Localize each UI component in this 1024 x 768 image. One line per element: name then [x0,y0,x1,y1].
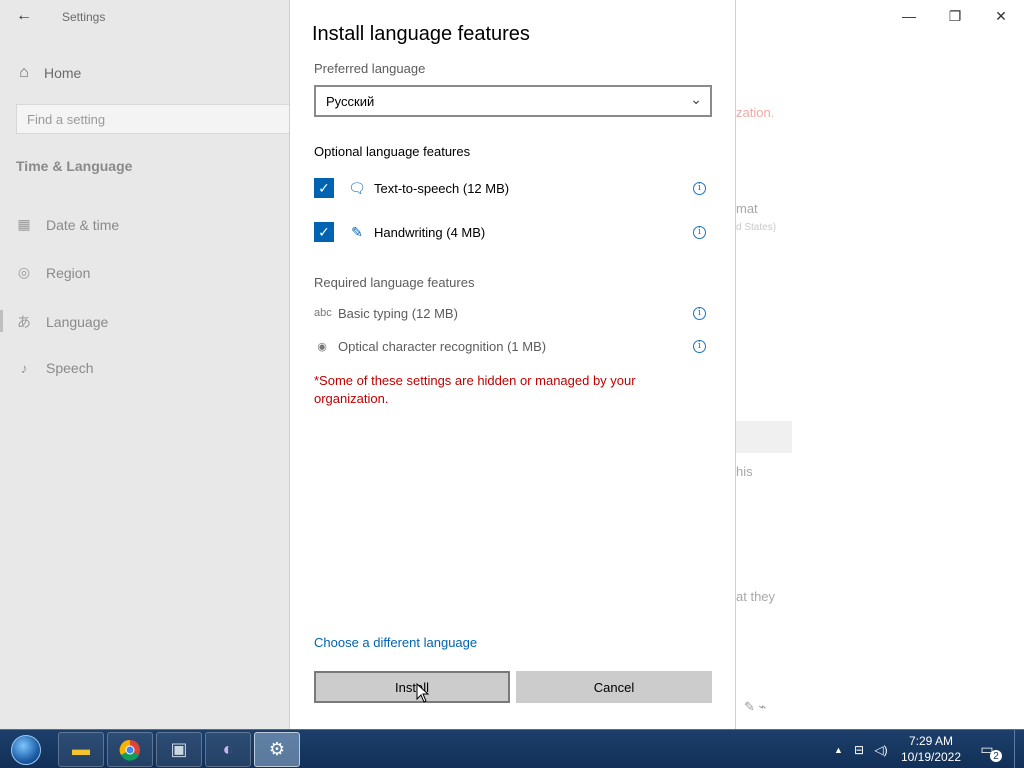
feature-basic-typing: abc Basic typing (12 MB) i [314,303,706,323]
chrome-icon [119,739,140,761]
network-icon[interactable]: ⊟ [848,743,870,757]
info-icon[interactable]: i [693,181,706,195]
feature-ocr: ◉ Optical character recognition (1 MB) i [314,336,706,356]
sidebar-item-language[interactable]: あ Language [16,312,108,332]
media-player-icon: ◐ [222,739,234,759]
chevron-down-icon: ⌄ [690,91,702,107]
preferred-language-select[interactable]: Русский ⌄ [314,85,712,117]
windows-logo-icon [11,735,41,765]
sidebar-item-label: Region [46,264,91,281]
feature-label: Basic typing (12 MB) [338,305,458,321]
selected-indicator [0,310,3,332]
restore-button[interactable]: ❐ [942,8,968,26]
optional-features-label: Optional language features [314,144,471,159]
info-icon[interactable]: i [693,225,706,239]
info-icon[interactable]: i [693,306,706,320]
search-placeholder: Find a setting [27,111,106,127]
globe-icon: ◎ [17,264,31,280]
section-title: Time & Language [16,158,133,174]
gear-icon: ⚙ [268,739,286,759]
nav-home[interactable]: ⌂ Home [16,64,81,82]
bg-managed-text: zation. [736,105,775,120]
taskbar-chrome[interactable] [107,732,153,767]
bg-region-text: d States) [736,222,777,233]
taskbar-system-tool[interactable]: ▣ [156,732,202,767]
action-center-button[interactable]: ▭ 2 [976,738,1002,762]
language-icon: あ [17,314,31,330]
managed-settings-note: *Some of these settings are hidden or ma… [314,373,636,406]
speech-icon: 🗨 [348,179,366,196]
notification-count: 2 [990,750,1002,762]
taskbar: ▬ ▣ ◐ ⚙ ▲ ⊟ ◁) 7:29 AM 10/19/2022 ▭ 2 [0,729,1024,768]
calendar-clock-icon: ▦ [17,216,31,232]
feature-label: Handwriting (4 MB) [374,224,486,240]
taskbar-file-explorer[interactable]: ▬ [58,732,104,767]
taskbar-clock[interactable]: 7:29 AM 10/19/2022 [896,733,966,765]
system-tray: ▲ ⊟ ◁) [834,730,892,768]
bg-format-text: mat [736,201,758,216]
info-icon[interactable]: i [693,339,706,353]
taskbar-settings[interactable]: ⚙ [254,732,300,767]
text-to-speech-checkbox[interactable]: ✓ [314,178,334,198]
bg-text-they: at they [736,589,776,604]
feature-label: Text-to-speech (12 MB) [374,180,510,196]
mouse-cursor-icon [416,683,430,703]
close-button[interactable]: ✕ [988,8,1014,26]
feature-handwriting: ✓ ✎ Handwriting (4 MB) i [314,221,706,243]
start-button[interactable] [6,732,46,768]
back-arrow-icon[interactable]: ← [8,4,40,28]
bg-handwriting-icon: ✎ ⌁ [744,699,767,714]
folder-icon: ▬ [72,739,90,759]
sidebar-item-label: Speech [46,360,94,376]
monitor-icon: ▣ [170,739,188,759]
sidebar-item-label: Language [46,314,109,330]
keyboard-abc-icon: abc [314,307,332,319]
search-input[interactable]: Find a setting [16,104,292,134]
clock-time: 7:29 AM [908,734,954,748]
handwriting-icon: ✎ [351,223,363,240]
home-icon: ⌂ [19,64,29,81]
bg-text-this: his [736,464,753,479]
cancel-button[interactable]: Cancel [516,671,712,703]
install-language-dialog: Install language features Preferred lang… [289,0,736,729]
required-features-label: Required language features [314,275,475,290]
show-hidden-icons-icon[interactable]: ▲ [834,745,848,755]
app-title: Settings [62,10,106,24]
preferred-language-label: Preferred language [314,61,426,76]
dialog-title: Install language features [312,23,530,45]
handwriting-checkbox[interactable]: ✓ [314,222,334,242]
cancel-button-label: Cancel [593,679,635,695]
volume-icon[interactable]: ◁) [870,743,892,757]
bg-dropdown [736,421,792,453]
sidebar-item-region[interactable]: ◎ Region [16,264,90,281]
choose-different-language-link[interactable]: Choose a different language [314,635,477,650]
ocr-icon: ◉ [317,340,327,353]
taskbar-media-player[interactable]: ◐ [205,732,251,767]
sidebar-item-label: Date & time [46,216,120,233]
feature-label: Optical character recognition (1 MB) [338,338,547,354]
show-desktop-button[interactable] [1014,730,1024,768]
nav-home-label: Home [44,65,82,81]
microphone-icon: ♪ [20,360,28,376]
sidebar-item-speech[interactable]: ♪ Speech [16,360,94,376]
preferred-language-value: Русский [326,93,375,109]
clock-date: 10/19/2022 [900,750,962,764]
settings-nav-pane: ← Settings ⌂ Home Find a setting Time & … [0,0,292,729]
sidebar-item-date-time[interactable]: ▦ Date & time [16,216,119,233]
settings-content-pane [736,0,1024,729]
feature-text-to-speech: ✓ 🗨 Text-to-speech (12 MB) i [314,177,706,199]
install-button[interactable]: Install [314,671,510,703]
minimize-button[interactable]: — [896,8,922,26]
